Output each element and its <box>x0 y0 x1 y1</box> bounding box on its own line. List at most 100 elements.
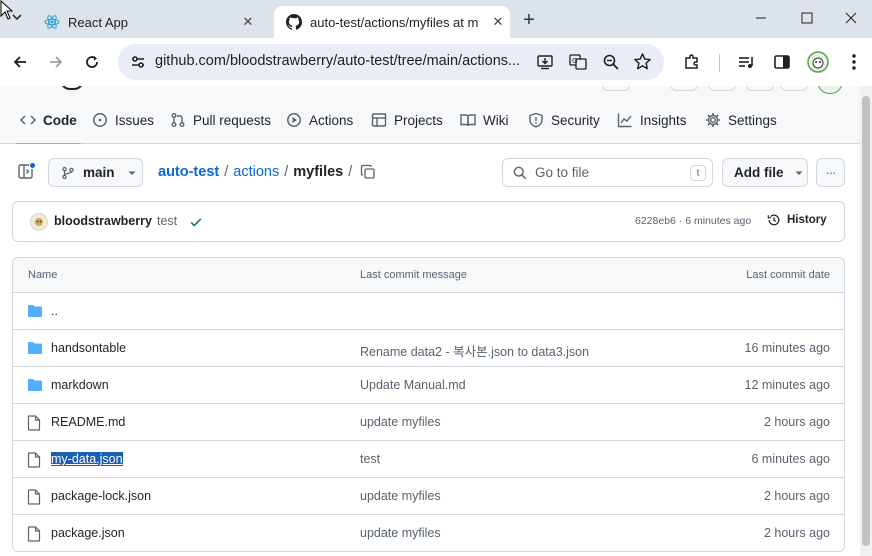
commit-message[interactable]: test <box>157 214 177 228</box>
close-window-button[interactable] <box>828 0 872 36</box>
tab-security[interactable]: Security <box>528 96 600 144</box>
header-button-partial[interactable] <box>602 86 630 91</box>
browser-toolbar: github.com/bloodstrawberry/auto-test/tre… <box>0 38 872 86</box>
book-icon <box>460 112 476 128</box>
header-button-partial[interactable] <box>780 86 808 91</box>
breadcrumb-separator: / <box>348 164 353 180</box>
avatar[interactable] <box>30 213 48 231</box>
file-name[interactable]: package-lock.json <box>51 489 151 503</box>
file-name[interactable]: .. <box>51 304 58 318</box>
tab-settings[interactable]: Settings <box>705 96 777 144</box>
address-bar[interactable]: github.com/bloodstrawberry/auto-test/tre… <box>118 44 664 80</box>
branch-name: main <box>83 165 115 180</box>
file-icon <box>27 452 41 468</box>
breadcrumb-repo-link[interactable]: auto-test <box>158 164 219 180</box>
github-logo-icon <box>286 14 302 30</box>
chrome-menu-icon[interactable] <box>840 48 868 76</box>
commit-message-link[interactable]: Rename data2 - 복사본.json to data3.json <box>360 341 589 360</box>
reload-button[interactable] <box>78 48 106 76</box>
maximize-button[interactable] <box>784 0 830 36</box>
history-icon <box>767 213 781 227</box>
folder-icon <box>27 341 43 355</box>
add-file-button[interactable]: Add file <box>722 158 808 187</box>
install-app-icon[interactable] <box>536 53 554 71</box>
avatar-partial[interactable] <box>818 86 842 94</box>
scrollbar-thumb[interactable] <box>862 96 870 546</box>
tab-projects[interactable]: Projects <box>371 96 443 144</box>
tab-actions[interactable]: Actions <box>286 96 353 144</box>
tab-title: React App <box>68 14 128 30</box>
side-panel-icon[interactable] <box>768 48 796 76</box>
extensions-icon[interactable] <box>678 48 706 76</box>
table-header: Name Last commit message Last commit dat… <box>13 258 844 293</box>
commit-message-link[interactable]: update myfiles <box>360 489 441 503</box>
go-to-file-input[interactable]: Go to file t <box>502 158 713 187</box>
add-file-label: Add file <box>734 165 784 180</box>
repo-nav: Code Issues Pull requests Actions Projec… <box>0 96 872 145</box>
file-icon <box>27 489 41 505</box>
close-tab-icon[interactable]: ✕ <box>238 12 258 32</box>
media-controls-icon[interactable] <box>732 48 760 76</box>
tab-search-chevron-icon[interactable] <box>6 6 28 28</box>
file-name[interactable]: my-data.json <box>51 452 123 466</box>
table-row[interactable]: markdown Update Manual.md 12 minutes ago <box>13 367 844 404</box>
minimize-button[interactable] <box>738 0 784 36</box>
tab-github-myfiles[interactable]: auto-test/actions/myfiles at m ✕ <box>274 6 510 38</box>
tab-insights[interactable]: Insights <box>617 96 687 144</box>
tab-wiki[interactable]: Wiki <box>460 96 509 144</box>
table-row[interactable]: package-lock.json update myfiles 2 hours… <box>13 478 844 515</box>
graph-icon <box>617 112 633 128</box>
commit-author[interactable]: bloodstrawberry <box>54 214 152 228</box>
table-row-selected[interactable]: my-data.json test 6 minutes ago <box>13 441 844 478</box>
more-options-button[interactable]: ··· <box>816 158 845 187</box>
breadcrumb-folder-link[interactable]: actions <box>233 164 279 180</box>
file-name[interactable]: markdown <box>51 378 109 392</box>
file-name[interactable]: package.json <box>51 526 125 540</box>
site-info-icon[interactable] <box>130 54 146 70</box>
go-to-file-placeholder: Go to file <box>535 165 590 180</box>
tab-issues[interactable]: Issues <box>92 96 154 144</box>
zoom-icon[interactable] <box>602 53 620 71</box>
header-button-partial[interactable] <box>670 86 698 91</box>
tab-react-app[interactable]: React App ✕ <box>30 6 270 38</box>
commit-message-link[interactable]: Update Manual.md <box>360 378 466 392</box>
svg-text:G: G <box>572 57 577 65</box>
tab-pull-requests[interactable]: Pull requests <box>170 96 271 144</box>
url-text: github.com/bloodstrawberry/auto-test/tre… <box>155 53 521 69</box>
close-tab-icon[interactable]: ✕ <box>488 12 508 32</box>
pull-request-icon <box>170 112 186 128</box>
column-header-name: Name <box>28 269 58 281</box>
translate-icon[interactable]: G <box>569 53 587 71</box>
toolbar-divider <box>719 54 720 72</box>
commit-message-link[interactable]: update myfiles <box>360 415 441 429</box>
shield-icon <box>528 112 544 128</box>
expand-file-tree-button[interactable] <box>16 162 40 182</box>
new-tab-button[interactable]: + <box>515 6 543 34</box>
bookmark-star-icon[interactable] <box>633 52 652 71</box>
header-button-partial[interactable] <box>708 86 736 91</box>
history-button[interactable]: History <box>767 213 827 227</box>
branch-select-button[interactable]: main <box>48 158 143 187</box>
table-row[interactable]: handsontable Rename data2 - 복사본.json to … <box>13 330 844 367</box>
keyboard-shortcut-hint: t <box>690 165 706 181</box>
commit-message-link[interactable]: update myfiles <box>360 526 441 540</box>
table-row[interactable]: package.json update myfiles 2 hours ago <box>13 515 844 551</box>
breadcrumb-separator: / <box>224 164 229 180</box>
kebab-icon: ··· <box>825 165 837 180</box>
forward-button[interactable] <box>42 48 70 76</box>
commit-message-link[interactable]: test <box>360 452 380 466</box>
back-button[interactable] <box>6 48 34 76</box>
file-name[interactable]: handsontable <box>51 341 126 355</box>
file-name[interactable]: README.md <box>51 415 125 429</box>
commit-meta[interactable]: 6228eb6 · 6 minutes ago <box>635 215 751 227</box>
tab-insights-label: Insights <box>640 112 687 128</box>
table-row-parent[interactable]: .. <box>13 293 844 330</box>
profile-avatar[interactable] <box>804 48 832 76</box>
tab-code[interactable]: Code <box>16 96 81 145</box>
copy-path-icon[interactable] <box>360 164 376 180</box>
folder-icon <box>27 378 43 392</box>
latest-commit-box: bloodstrawberry test 6228eb6 · 6 minutes… <box>12 201 845 242</box>
table-icon <box>371 112 387 128</box>
table-row[interactable]: README.md update myfiles 2 hours ago <box>13 404 844 441</box>
header-button-partial[interactable] <box>746 86 774 91</box>
